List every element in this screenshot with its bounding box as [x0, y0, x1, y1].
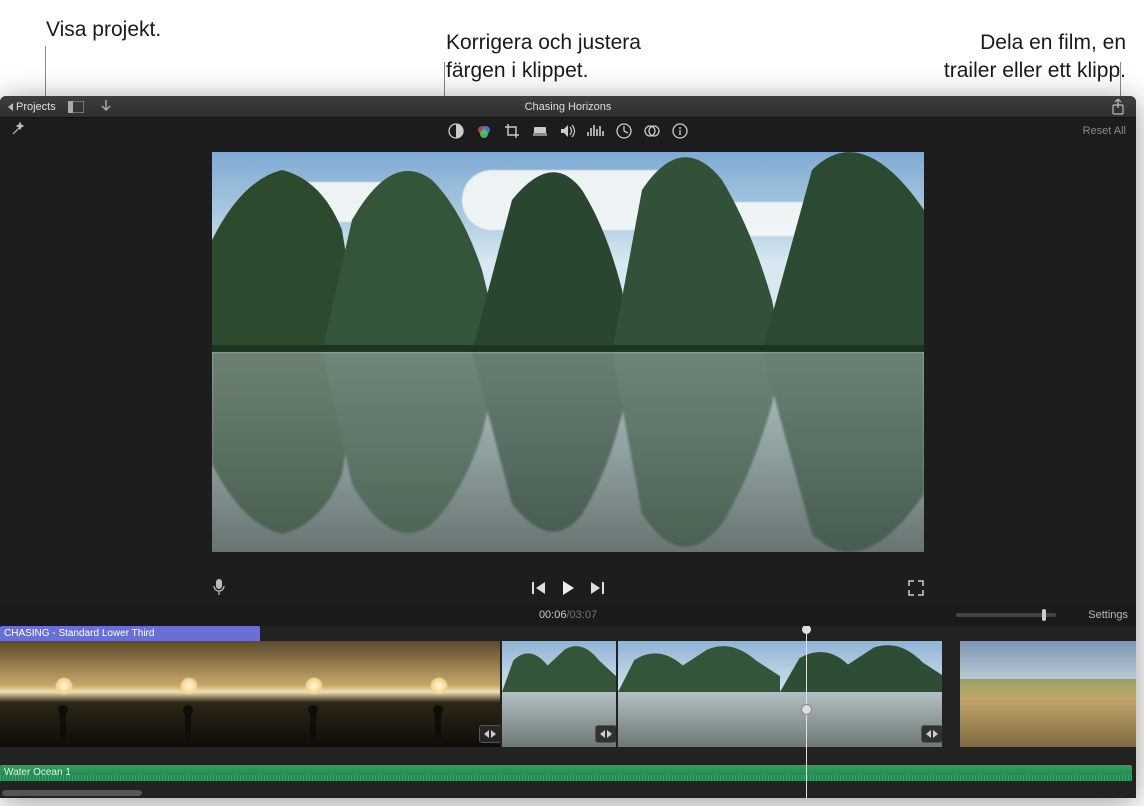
color-balance-button[interactable]	[445, 120, 467, 142]
timecode-current: 00:06	[539, 609, 567, 621]
timeline-clip[interactable]	[960, 641, 1136, 747]
timeline-clip[interactable]	[618, 641, 942, 747]
transition-icon[interactable]	[595, 725, 616, 743]
crop-button[interactable]	[501, 120, 523, 142]
callout-projects: Visa projekt.	[46, 16, 161, 43]
volume-button[interactable]	[557, 120, 579, 142]
chevron-left-icon	[8, 103, 13, 111]
clip-filter-button[interactable]	[641, 120, 663, 142]
projects-label: Projects	[16, 101, 56, 113]
next-frame-button[interactable]	[589, 581, 605, 595]
timeline[interactable]: CHASING - Standard Lower Third	[0, 626, 1136, 798]
speed-button[interactable]	[613, 120, 635, 142]
transition-icon[interactable]	[921, 725, 942, 743]
timeline-clip[interactable]	[0, 641, 500, 747]
audio-clip[interactable]: Water Ocean 1	[0, 765, 1132, 781]
timeline-scrollbar[interactable]	[2, 790, 142, 796]
main-toolbar: Projects Chasing Horizons	[0, 96, 1136, 118]
play-button[interactable]	[561, 580, 575, 596]
noise-reduction-button[interactable]	[585, 120, 607, 142]
inspector-toolbar: Reset All	[0, 118, 1136, 144]
previous-frame-button[interactable]	[531, 581, 547, 595]
library-toggle-button[interactable]	[66, 99, 86, 115]
fullscreen-button[interactable]	[908, 580, 924, 596]
color-correction-button[interactable]	[473, 120, 495, 142]
timeline-settings-button[interactable]: Settings	[1088, 609, 1128, 621]
timeline-zoom-slider[interactable]	[956, 613, 1056, 617]
title-clip[interactable]: CHASING - Standard Lower Third	[0, 626, 260, 641]
transition-icon[interactable]	[479, 725, 500, 743]
playhead[interactable]	[806, 626, 807, 798]
import-button[interactable]	[96, 99, 116, 115]
projects-back-button[interactable]: Projects	[8, 101, 56, 113]
voiceover-button[interactable]	[212, 578, 226, 596]
callout-share: Dela en film, en trailer eller ett klipp…	[846, 2, 1126, 84]
reset-all-button[interactable]: Reset All	[1083, 125, 1126, 137]
viewer-controls	[212, 580, 924, 596]
project-title: Chasing Horizons	[0, 101, 1136, 113]
callout-color: Korrigera och justera färgen i klippet.	[446, 2, 641, 84]
stabilization-button[interactable]	[529, 120, 551, 142]
imovie-window: Projects Chasing Horizons	[0, 96, 1136, 798]
viewer-pane	[0, 144, 1136, 604]
timeline-clip[interactable]	[502, 641, 616, 747]
clip-row	[0, 641, 1136, 747]
timecode-bar: 00:06 / 03:07 Settings	[0, 604, 1136, 626]
viewer-canvas[interactable]	[212, 152, 924, 552]
info-button[interactable]	[669, 120, 691, 142]
timecode-duration: 03:07	[570, 609, 598, 621]
share-button[interactable]	[1108, 99, 1128, 115]
